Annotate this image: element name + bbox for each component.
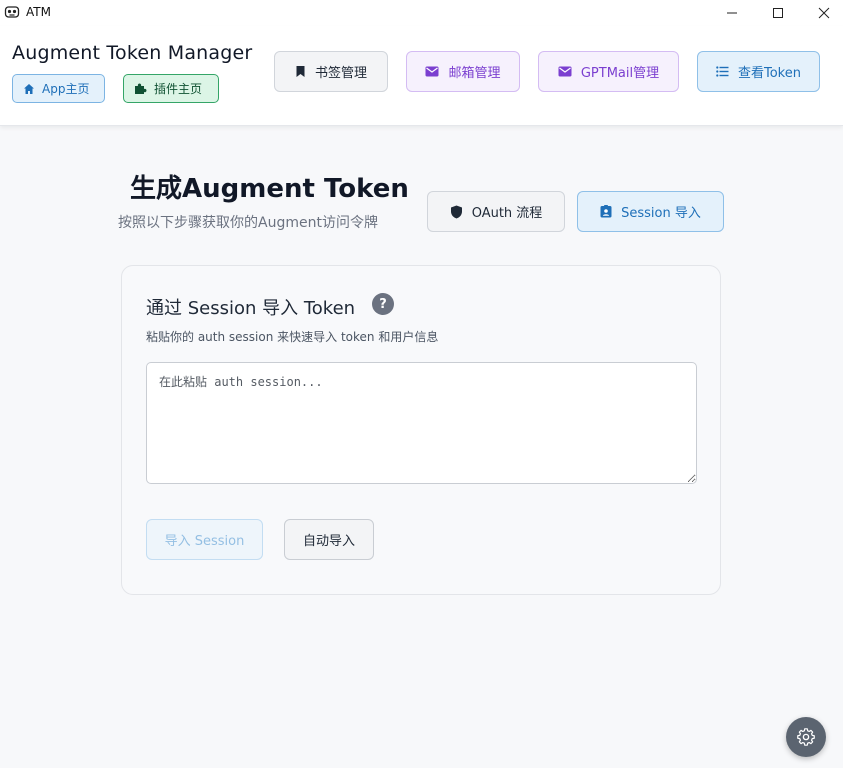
bookmark-manage-button[interactable]: 书签管理	[274, 51, 388, 92]
app-home-button[interactable]: App主页	[12, 74, 105, 103]
auth-session-input[interactable]	[146, 362, 697, 484]
app-brand-title: Augment Token Manager	[12, 42, 253, 64]
window-title: ATM	[26, 5, 51, 19]
session-import-tab[interactable]: Session 导入	[577, 191, 724, 232]
bookmark-icon	[295, 65, 306, 78]
maximize-button[interactable]	[755, 0, 801, 26]
oauth-flow-tab[interactable]: OAuth 流程	[427, 191, 565, 232]
id-badge-icon	[600, 205, 612, 218]
app-logo-icon	[4, 4, 20, 20]
card-title: 通过 Session 导入 Token	[146, 298, 356, 319]
close-button[interactable]	[801, 0, 843, 26]
auto-import-button[interactable]: 自动导入	[284, 519, 374, 560]
bookmark-manage-label: 书签管理	[314, 66, 367, 81]
mailbox-manage-label: 邮箱管理	[448, 66, 501, 81]
card-description: 粘贴你的 auth session 来快速导入 token 和用户信息	[146, 330, 439, 344]
session-import-label: Session 导入	[621, 206, 701, 221]
import-session-button[interactable]: 导入 Session	[146, 519, 263, 560]
minimize-button[interactable]	[709, 0, 755, 26]
mail-icon	[558, 66, 572, 77]
settings-button[interactable]	[786, 717, 826, 757]
window-titlebar: ATM	[0, 0, 843, 26]
shield-icon	[450, 205, 463, 219]
mailbox-manage-button[interactable]: 邮箱管理	[406, 51, 520, 92]
help-icon[interactable]: ?	[372, 293, 394, 315]
home-icon	[23, 83, 35, 95]
view-token-label: 查看Token	[738, 66, 801, 81]
app-home-label: App主页	[42, 82, 90, 96]
plugin-home-label: 插件主页	[154, 82, 203, 96]
mail-icon	[425, 66, 439, 77]
page-title: 生成Augment Token	[130, 174, 409, 204]
plugin-home-button[interactable]: 插件主页	[123, 74, 219, 103]
puzzle-icon	[134, 82, 147, 95]
gptmail-manage-button[interactable]: GPTMail管理	[538, 51, 679, 92]
app-header: Augment Token Manager App主页 插件主页 书签管理 邮箱…	[0, 26, 843, 126]
oauth-flow-label: OAuth 流程	[471, 206, 543, 221]
session-import-card: 通过 Session 导入 Token ? 粘贴你的 auth session …	[121, 265, 721, 595]
list-icon	[716, 66, 729, 77]
gptmail-manage-label: GPTMail管理	[580, 66, 660, 81]
view-token-button[interactable]: 查看Token	[697, 51, 820, 92]
page-subtitle: 按照以下步骤获取你的Augment访问令牌	[118, 215, 378, 231]
gear-icon	[797, 728, 815, 746]
